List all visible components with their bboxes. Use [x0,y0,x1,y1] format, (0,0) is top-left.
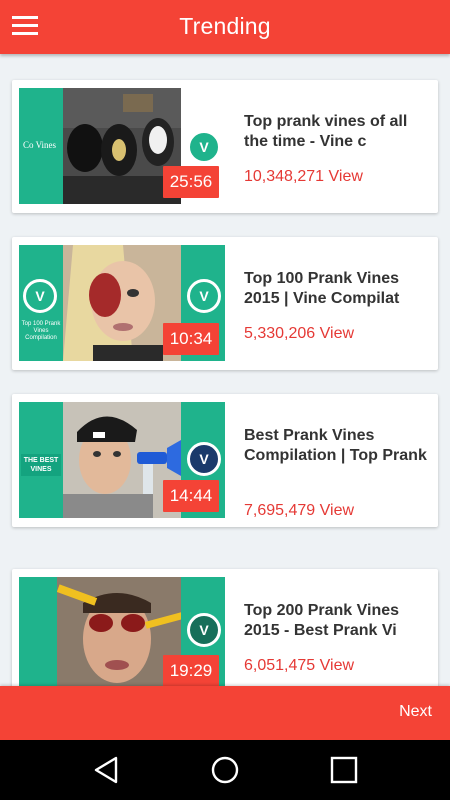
video-title: Top 100 Prank Vines 2015 | Vine Compilat [244,270,400,307]
back-triangle-icon-glyph [94,756,118,784]
video-card[interactable]: Co Vines V 25:56 Top prank vines of all … [12,80,438,213]
video-views: 10,348,271 View [244,168,363,185]
vine-logo-icon: V [23,279,57,313]
recent-apps-square-icon-glyph [330,756,358,784]
vine-logo-icon: V [187,613,221,647]
thumbnail-caption: Co Vines [23,140,57,150]
recent-apps-square-icon[interactable] [328,754,360,786]
video-list[interactable]: Co Vines V 25:56 Top prank vines of all … [0,54,450,686]
app-bar: Trending [0,0,450,54]
home-circle-icon-glyph [211,756,239,784]
video-duration-badge: 25:56 [163,166,219,198]
video-title: Top prank vines of all the time - Vine c [244,113,408,150]
vine-logo-icon: V [187,279,221,313]
video-thumbnail[interactable]: V 19:29 [19,577,225,686]
system-navigation-bar [0,740,450,800]
video-views: 5,330,206 View [244,325,355,342]
video-title: Top 200 Prank Vines 2015 - Best Prank Vi [244,602,400,639]
thumbnail-caption: Top 100 Prank Vines Compilation [21,321,61,341]
video-duration-badge: 19:29 [163,655,219,686]
video-views: 7,695,479 View [244,502,355,519]
page-title: Trending [179,13,271,39]
vine-logo-icon: V [187,130,221,164]
vine-logo-icon: V [187,442,221,476]
thumbnail-left-panel [19,577,57,686]
video-card[interactable]: THE BEST VINES V 14:44 Best Prank Vines … [12,394,438,527]
video-duration-badge: 14:44 [163,480,219,512]
video-duration-badge: 10:34 [163,323,219,355]
video-card[interactable]: V Top 100 Prank Vines Compilation V 10:3… [12,237,438,370]
video-thumbnail[interactable]: THE BEST VINES V 14:44 [19,402,225,518]
video-card[interactable]: V 19:29 Top 200 Prank Vines 2015 - Best … [12,569,438,686]
thumbnail-caption: THE BEST VINES [21,454,61,476]
video-views: 6,051,475 View [244,657,355,674]
back-triangle-icon[interactable] [90,754,122,786]
video-thumbnail[interactable]: Co Vines V 25:56 [19,88,225,204]
video-thumbnail[interactable]: V Top 100 Prank Vines Compilation V 10:3… [19,245,225,361]
home-circle-icon[interactable] [209,754,241,786]
bottom-action-bar: Next [0,686,450,740]
next-button[interactable]: Next [399,703,432,721]
video-title: Best Prank Vines Compilation | Top Prank [244,427,427,464]
